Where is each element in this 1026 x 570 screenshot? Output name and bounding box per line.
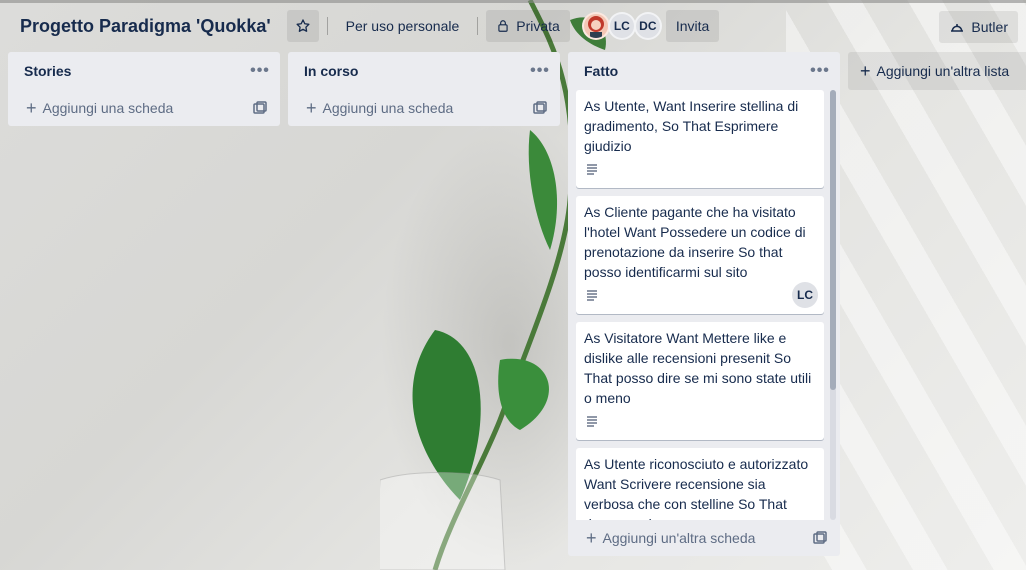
card-title: As Cliente pagante che ha visitato l'hot… bbox=[584, 204, 806, 280]
card[interactable]: As Utente riconosciuto e autorizzato Wan… bbox=[576, 448, 824, 520]
card-badges bbox=[584, 156, 816, 182]
list-header: Stories ••• bbox=[8, 52, 280, 90]
list-header: Fatto ••• bbox=[568, 52, 840, 90]
card-member-avatar[interactable]: LC bbox=[792, 282, 818, 308]
more-icon[interactable]: ••• bbox=[528, 59, 552, 83]
star-button[interactable] bbox=[286, 10, 319, 42]
lock-icon bbox=[498, 20, 508, 32]
add-card-label: Aggiungi una scheda bbox=[42, 100, 174, 116]
add-card-label: Aggiungi un'altra scheda bbox=[602, 530, 756, 546]
description-icon bbox=[587, 290, 597, 301]
list-title[interactable]: In corso bbox=[304, 63, 358, 79]
card[interactable]: As Visitatore Want Mettere like e dislik… bbox=[576, 322, 824, 440]
visibility-label: Privata bbox=[516, 18, 560, 34]
add-card-button[interactable]: + Aggiungi un'altra scheda bbox=[568, 520, 840, 556]
butler-icon bbox=[951, 24, 964, 32]
description-icon bbox=[587, 416, 597, 427]
list-scrollbar[interactable] bbox=[830, 90, 836, 520]
plus-icon: + bbox=[26, 98, 37, 118]
member-initials: DC bbox=[639, 19, 657, 33]
header-separator bbox=[477, 17, 479, 35]
add-card-button[interactable]: + Aggiungi una scheda bbox=[8, 90, 280, 126]
add-list-label: Aggiungi un'altra lista bbox=[876, 63, 1010, 79]
list-title[interactable]: Stories bbox=[24, 63, 71, 79]
card[interactable]: As Utente, Want Inserire stellina di gra… bbox=[576, 90, 824, 188]
list-header: In corso ••• bbox=[288, 52, 560, 90]
template-icon[interactable] bbox=[252, 100, 268, 116]
board-header: Progetto Paradigma 'Quokka' Per uso pers… bbox=[0, 0, 1026, 52]
list-title[interactable]: Fatto bbox=[584, 63, 618, 79]
card-badges bbox=[584, 408, 816, 434]
list-fatto: Fatto ••• As Utente, Want Inserire stell… bbox=[568, 52, 840, 556]
list-stories: Stories ••• + Aggiungi una scheda bbox=[8, 52, 280, 126]
cards-container: As Utente, Want Inserire stellina di gra… bbox=[568, 90, 840, 520]
invite-button[interactable]: Invita bbox=[665, 10, 720, 42]
plus-icon: + bbox=[860, 61, 871, 81]
description-icon bbox=[587, 164, 597, 175]
add-list-button[interactable]: + Aggiungi un'altra lista bbox=[848, 52, 1026, 90]
card-badges: LC bbox=[584, 282, 818, 308]
add-card-button[interactable]: + Aggiungi una scheda bbox=[288, 90, 560, 126]
template-icon[interactable] bbox=[812, 530, 828, 546]
list-in-corso: In corso ••• + Aggiungi una scheda bbox=[288, 52, 560, 126]
butler-button[interactable]: Butler bbox=[939, 11, 1018, 43]
workspace-label: Per uso personale bbox=[345, 18, 460, 34]
add-card-label: Aggiungi una scheda bbox=[322, 100, 454, 116]
card-title: As Visitatore Want Mettere like e dislik… bbox=[584, 330, 812, 406]
workspace-button[interactable]: Per uso personale bbox=[336, 10, 470, 42]
card-title: As Utente riconosciuto e autorizzato Wan… bbox=[584, 456, 809, 520]
header-separator bbox=[326, 17, 328, 35]
member-avatar[interactable]: LC bbox=[607, 12, 636, 40]
template-icon[interactable] bbox=[532, 100, 548, 116]
more-icon[interactable]: ••• bbox=[248, 59, 272, 83]
invite-label: Invita bbox=[675, 18, 710, 34]
visibility-button[interactable]: Privata bbox=[486, 10, 570, 42]
member-initials: LC bbox=[613, 19, 630, 33]
star-icon bbox=[296, 19, 310, 32]
plus-icon: + bbox=[586, 528, 597, 548]
butler-label: Butler bbox=[971, 19, 1008, 35]
board-title[interactable]: Progetto Paradigma 'Quokka' bbox=[12, 10, 279, 42]
member-avatar[interactable]: DC bbox=[633, 12, 662, 40]
card[interactable]: As Cliente pagante che ha visitato l'hot… bbox=[576, 196, 824, 314]
member-initials: LC bbox=[797, 288, 813, 302]
plus-icon: + bbox=[306, 98, 317, 118]
card-title: As Utente, Want Inserire stellina di gra… bbox=[584, 98, 799, 154]
more-icon[interactable]: ••• bbox=[808, 59, 832, 83]
board-members: LC DC bbox=[581, 12, 662, 40]
member-avatar-photo[interactable] bbox=[581, 12, 610, 40]
scrollbar-thumb[interactable] bbox=[830, 90, 836, 390]
person-avatar-icon bbox=[587, 16, 604, 38]
